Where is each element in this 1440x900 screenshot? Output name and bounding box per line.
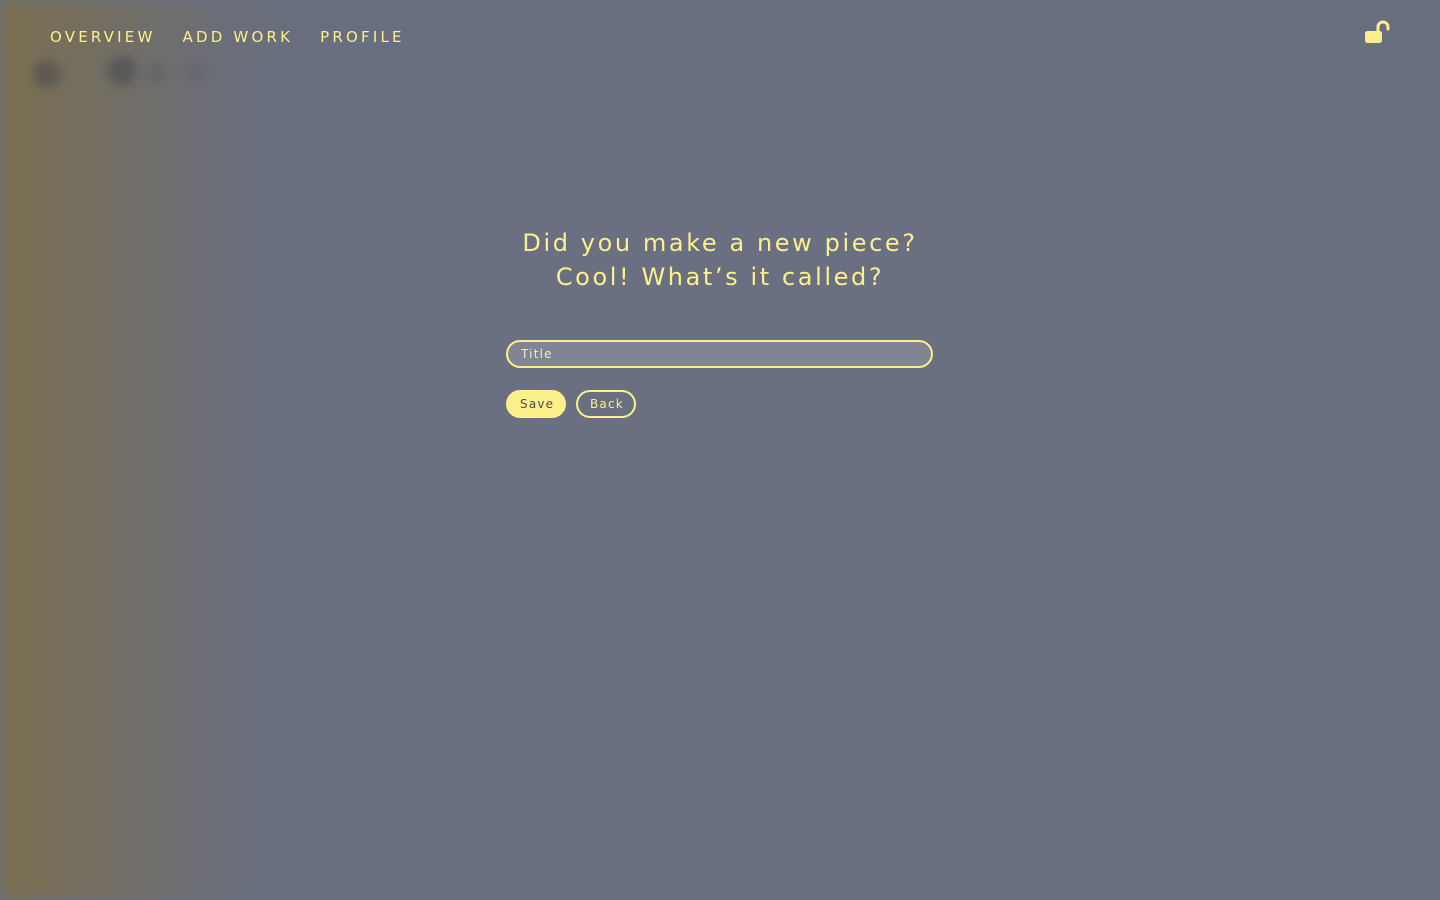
nav-item-overview[interactable]: OVERVIEW: [50, 27, 155, 47]
back-button[interactable]: Back: [576, 390, 636, 418]
save-button[interactable]: Save: [506, 390, 566, 418]
unlocked-padlock-icon[interactable]: [1363, 20, 1391, 46]
title-input[interactable]: [506, 340, 933, 368]
nav-item-profile[interactable]: PROFILE: [320, 27, 405, 47]
heading-line-1: Did you make a new piece?: [522, 229, 918, 257]
background-glow: [0, 0, 1440, 900]
nav-item-add-work[interactable]: ADD WORK: [182, 27, 293, 47]
heading-line-2: Cool! What’s it called?: [555, 263, 885, 291]
add-work-form: Did you make a new piece? Cool! What’s i…: [506, 226, 934, 418]
form-actions: Save Back: [506, 390, 934, 418]
background-blur-shapes: [25, 50, 225, 100]
page-heading: Did you make a new piece? Cool! What’s i…: [506, 226, 934, 294]
main-nav: OVERVIEW ADD WORK PROFILE: [50, 27, 432, 47]
